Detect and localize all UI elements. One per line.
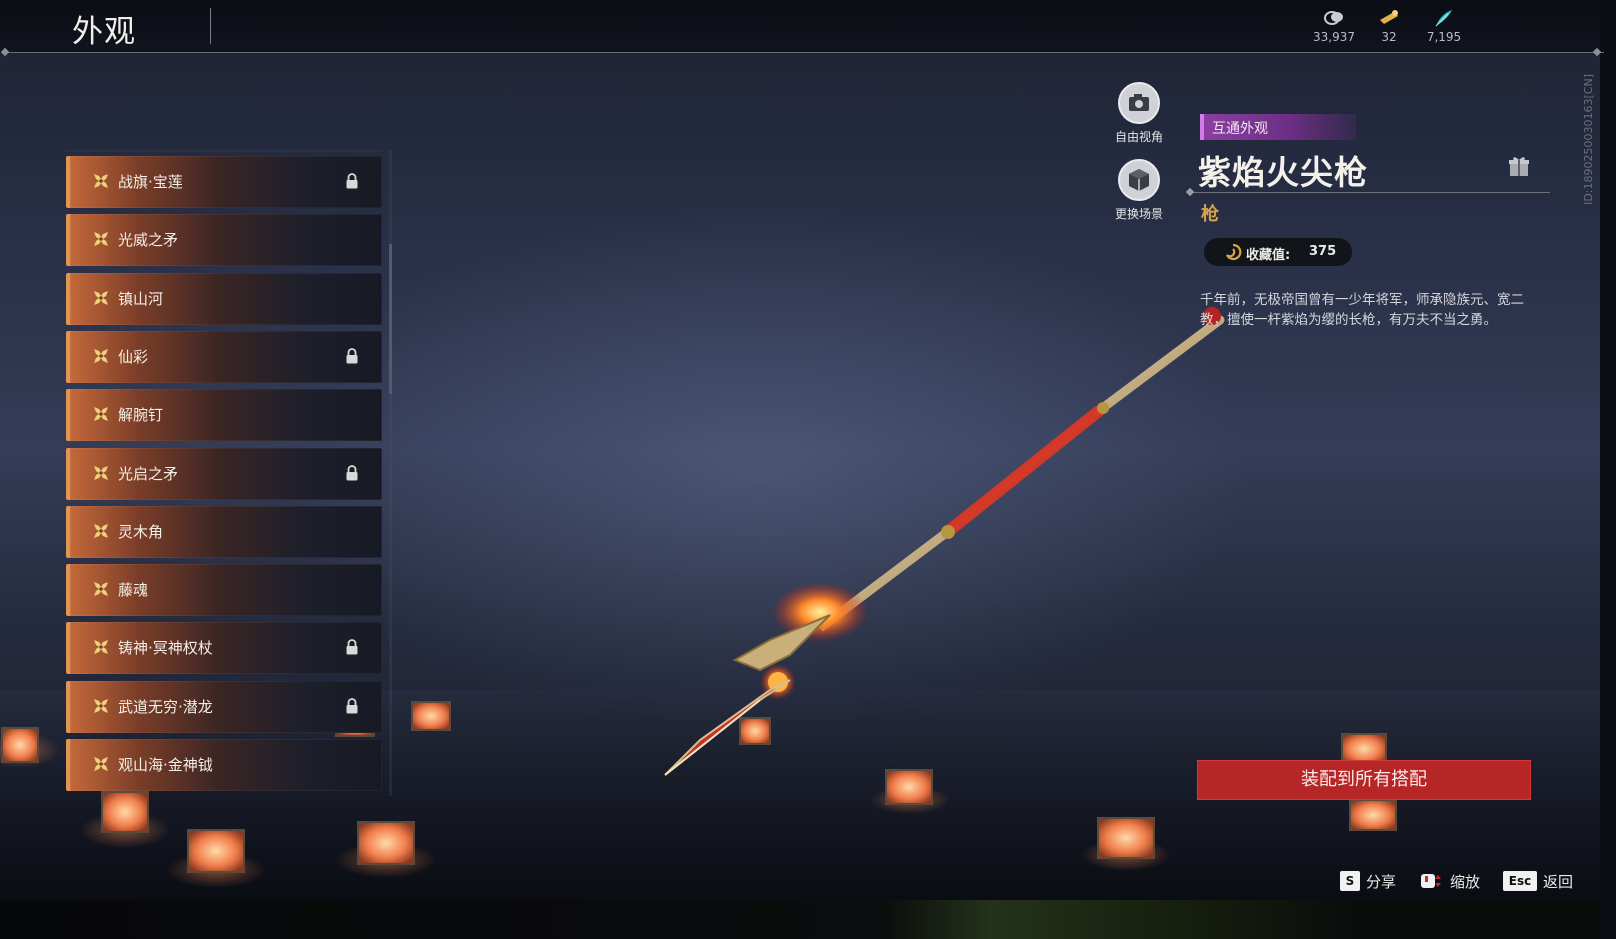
camera-icon [1118,82,1160,124]
bottom-edge [0,900,1600,939]
currency-jade: 7,195 [1414,8,1474,44]
zoom-hint[interactable]: 缩放 [1420,870,1480,892]
top-bar: 外观 33,937 32 7,195 [0,0,1600,52]
list-item-label: 观山海·金神钺 [118,756,213,774]
cross-platform-tag: 互通外观 [1200,114,1356,140]
lock-icon [346,465,358,481]
weapon-emblem-icon [94,699,108,713]
list-item[interactable]: 灵木角 [66,506,382,558]
weapon-emblem-icon [94,291,108,305]
weapon-emblem-icon [94,466,108,480]
list-item-label: 铸神·冥神权杖 [118,639,213,657]
list-item-label: 战旗·宝莲 [118,173,183,191]
weapon-emblem-icon [94,174,108,188]
lock-icon [346,698,358,714]
collection-swirl-icon [1226,243,1242,261]
weapon-emblem-icon [94,407,108,421]
currency-silver: 33,937 [1304,8,1364,44]
list-item[interactable]: 铸神·冥神权杖 [66,622,382,674]
item-type: 枪 [1201,204,1219,225]
zoom-label: 缩放 [1450,872,1481,891]
appearance-list: 战旗·宝莲光威之矛镇山河仙彩解腕钉光启之矛灵木角藤魂铸神·冥神权杖 武道无穷·潜龙… [66,150,382,796]
weapon-emblem-icon [94,524,108,538]
top-divider [6,52,1604,53]
weapon-emblem-icon [94,582,108,596]
right-edge [1600,0,1616,939]
share-hint[interactable]: S 分享 [1340,870,1396,892]
change-scene-button[interactable]: 更换场景 [1094,159,1184,222]
list-item-label: 光启之矛 [118,465,179,483]
list-item-label: 灵木角 [118,523,164,541]
weapon-emblem-icon [94,349,108,363]
currency-gold: 32 [1359,8,1419,44]
weapon-emblem-icon [94,640,108,654]
gold-ticket-icon [1380,10,1398,24]
weapon-emblem-icon [94,232,108,246]
share-label: 分享 [1366,872,1397,891]
lock-icon [346,173,358,189]
currency-value: 7,195 [1426,30,1462,44]
mouse-scroll-icon [1421,874,1441,888]
item-id: ID:1890250030163[CN] [1582,74,1595,205]
list-item[interactable]: 藤魂 [66,564,382,616]
scene-cube-icon [1118,159,1160,201]
equip-all-button[interactable]: 装配到所有搭配 [1197,760,1531,800]
free-view-label: 自由视角 [1114,130,1163,144]
list-item-label: 藤魂 [118,581,149,599]
list-item-label: 光威之矛 [118,231,179,249]
page-title: 外观 [72,14,136,50]
list-item[interactable]: 仙彩 [66,331,382,383]
currency-value: 33,937 [1313,30,1355,44]
lock-icon [346,348,358,364]
key-esc: Esc [1503,871,1537,891]
lock-icon [346,639,358,655]
jade-feather-icon [1435,10,1452,27]
title-separator [210,8,211,44]
free-view-button[interactable]: 自由视角 [1094,82,1184,145]
currency-value: 32 [1381,30,1397,44]
back-hint[interactable]: Esc 返回 [1503,870,1573,892]
list-item[interactable]: 解腕钉 [66,389,382,441]
list-item[interactable]: 武道无穷·潜龙 [66,681,382,733]
list-item-label: 解腕钉 [118,406,164,424]
item-description: 千年前，无极帝国曾有一少年将军，师承隐族元、宽二教，擅使一杆紫焰为缨的长枪，有万… [1200,292,1524,328]
list-item[interactable]: 光威之矛 [66,214,382,266]
silver-coin-icon [1324,11,1343,25]
gift-icon[interactable] [1507,154,1531,178]
tag-label: 互通外观 [1212,121,1268,137]
weapon-emblem-icon [94,757,108,771]
list-item[interactable]: 观山海·金神钺 [66,739,382,791]
list-item-label: 仙彩 [118,348,149,366]
collection-value: 375 [1309,244,1337,259]
back-label: 返回 [1543,872,1574,891]
list-item-label: 镇山河 [118,290,164,308]
list-top-edge [66,150,382,152]
item-name: 紫焰火尖枪 [1198,153,1368,192]
list-item[interactable]: 战旗·宝莲 [66,156,382,208]
list-item-label: 武道无穷·潜龙 [118,698,213,716]
name-divider [1190,192,1550,193]
change-scene-label: 更换场景 [1114,207,1163,221]
list-scrollbar[interactable] [389,244,392,394]
list-item[interactable]: 镇山河 [66,273,382,325]
list-item[interactable]: 光启之矛 [66,448,382,500]
collection-badge: 收藏值: 375 [1204,238,1352,266]
key-s: S [1340,871,1360,891]
collection-label: 收藏值: [1246,248,1291,263]
